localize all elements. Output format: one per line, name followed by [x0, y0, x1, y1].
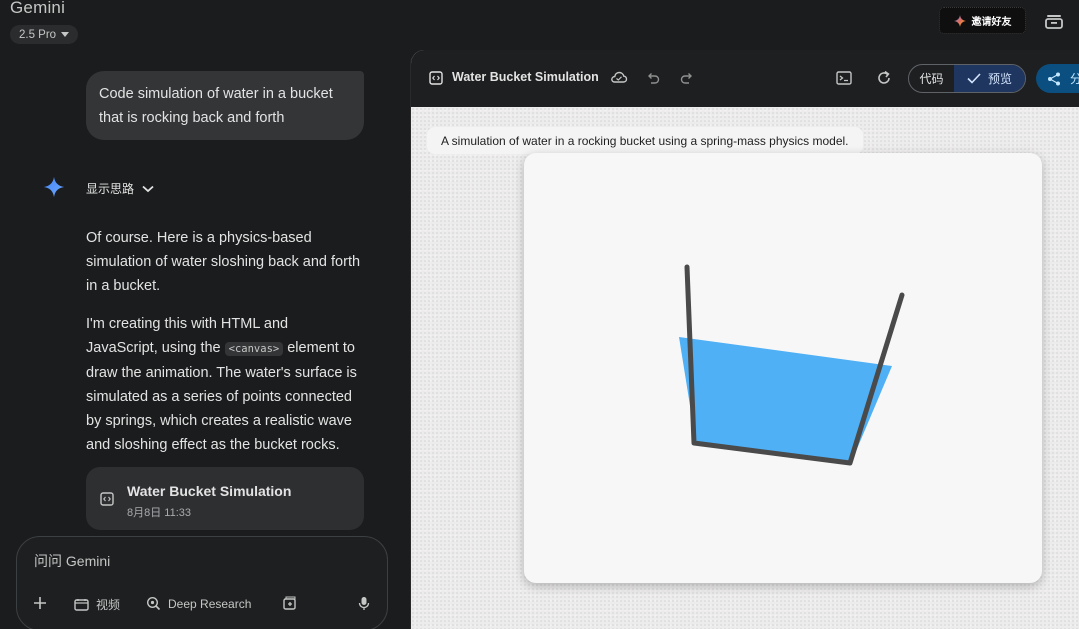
preview-tab-label: 预览	[987, 72, 1012, 86]
user-message: Code simulation of water in a bucket tha…	[86, 71, 364, 140]
code-tab[interactable]: 代码	[909, 65, 954, 92]
response-paragraph-1: Of course. Here is a physics-based simul…	[86, 230, 361, 294]
simulation-canvas[interactable]	[524, 153, 1042, 583]
artifact-panel: Water Bucket Simulation 代码 预览 A simulati…	[410, 50, 1079, 629]
preview-area: A simulation of water in a rocking bucke…	[411, 107, 1079, 629]
canvas-tool-button[interactable]	[282, 596, 297, 611]
prompt-input[interactable]	[34, 553, 354, 569]
model-selector[interactable]: 2.5 Pro	[10, 25, 79, 44]
invite-friends-button[interactable]: 邀请好友	[939, 7, 1026, 34]
response-text: element to draw the animation. The water…	[86, 340, 357, 453]
artifact-card-title: Water Bucket Simulation	[127, 483, 292, 499]
share-label: 分	[1070, 70, 1079, 87]
bucket-scene	[679, 264, 905, 466]
artifact-title: Water Bucket Simulation	[452, 70, 599, 84]
video-tool-button[interactable]: 视频	[74, 596, 120, 613]
gemini-spark-icon	[953, 14, 966, 27]
code-artifact-icon	[100, 492, 114, 506]
add-button[interactable]	[33, 596, 47, 610]
history-icon[interactable]	[1045, 12, 1063, 30]
chevron-down-icon	[61, 32, 70, 37]
redo-icon[interactable]	[678, 69, 696, 87]
prompt-box: 视频 Deep Research	[16, 536, 388, 629]
model-label: 2.5 Pro	[19, 28, 57, 41]
gemini-spark-icon	[43, 176, 65, 198]
code-artifact-icon	[429, 71, 443, 85]
chevron-down-icon	[142, 185, 154, 192]
app-brand[interactable]: Gemini	[10, 0, 65, 18]
deep-research-icon	[146, 596, 161, 611]
canvas-tool-icon	[283, 596, 296, 610]
deep-research-button[interactable]: Deep Research	[146, 596, 251, 611]
invite-label: 邀请好友	[971, 17, 1012, 28]
undo-icon[interactable]	[644, 69, 662, 87]
share-button[interactable]: 分	[1036, 64, 1079, 93]
mic-icon	[358, 597, 370, 610]
artifact-card-date: 8月8日 11:33	[127, 507, 192, 519]
inline-code: <canvas>	[224, 342, 284, 356]
check-icon	[967, 73, 981, 84]
mic-button[interactable]	[358, 596, 370, 611]
artifact-toolbar: Water Bucket Simulation 代码 预览	[411, 50, 1079, 107]
plus-icon	[34, 597, 46, 609]
simulation-description: A simulation of water in a rocking bucke…	[427, 127, 863, 154]
view-toggle: 代码 预览	[908, 64, 1026, 93]
show-thinking-toggle[interactable]: 显示思路	[86, 180, 154, 197]
preview-tab[interactable]: 预览	[954, 65, 1025, 92]
video-icon	[74, 599, 89, 611]
refresh-icon[interactable]	[875, 69, 893, 87]
console-icon[interactable]	[835, 69, 853, 87]
show-thinking-label: 显示思路	[86, 182, 135, 196]
artifact-card[interactable]: Water Bucket Simulation 8月8日 11:33	[86, 467, 364, 530]
video-tool-label: 视频	[96, 598, 121, 612]
cloud-sync-icon[interactable]	[610, 69, 628, 87]
response-paragraph-2: I'm creating this with HTML and JavaScri…	[86, 312, 361, 457]
share-icon	[1048, 72, 1060, 85]
deep-research-label: Deep Research	[168, 596, 252, 611]
